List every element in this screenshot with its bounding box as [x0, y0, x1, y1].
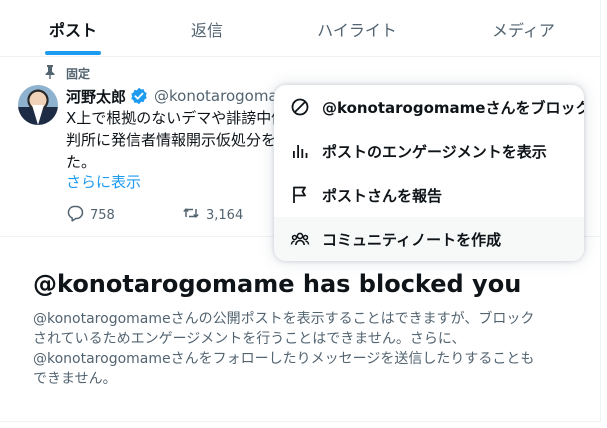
menu-item-label: @konotarogomameさんをブロック	[322, 98, 584, 117]
pinned-label: 固定	[66, 66, 91, 81]
block-icon	[290, 97, 310, 117]
tab-posts[interactable]: ポスト	[0, 0, 146, 57]
post-options-menu: @konotarogomameさんをブロック ポストのエンゲージメントを表示 ポ…	[274, 85, 584, 261]
pin-icon	[44, 64, 56, 83]
post-text-line: た。	[66, 153, 97, 171]
verified-badge-icon	[130, 87, 148, 105]
active-tab-indicator	[45, 51, 101, 55]
tab-replies[interactable]: 返信	[146, 0, 268, 57]
tab-replies-label: 返信	[190, 20, 223, 40]
blocked-description-line: @konotarogomameさんの公開ポストを表示することはできますが、ブロッ…	[33, 311, 535, 327]
menu-item-block[interactable]: @konotarogomameさんをブロック	[274, 85, 584, 129]
repost-icon	[182, 204, 200, 226]
repost-button[interactable]: 3,164	[182, 204, 243, 226]
menu-item-label: ポストさんを報告	[322, 186, 443, 205]
menu-item-engagement[interactable]: ポストのエンゲージメントを表示	[274, 129, 584, 173]
tab-highlights[interactable]: ハイライト	[268, 0, 446, 57]
tab-media[interactable]: メディア	[446, 0, 601, 57]
tab-highlights-label: ハイライト	[317, 20, 397, 40]
blocked-title: @konotarogomame has blocked you	[33, 270, 522, 298]
blocked-description-line: されているためエンゲージメントを行うことはできません。さらに、	[33, 331, 466, 347]
flag-icon	[290, 185, 310, 205]
tab-posts-label: ポスト	[48, 20, 97, 40]
blocked-description-line: @konotarogomameさんをフォローしたりメッセージを送信したりすること…	[33, 351, 535, 367]
repost-count: 3,164	[206, 207, 244, 223]
post-text-line: 判所に発信者情報開示仮処分を	[66, 131, 276, 149]
reply-button[interactable]: 758	[66, 204, 115, 226]
pinned-indicator: 固定	[44, 64, 91, 83]
menu-item-label: コミュニティノートを作成	[322, 230, 502, 249]
tab-media-label: メディア	[492, 20, 555, 40]
author-name[interactable]: 河野太郎	[66, 86, 126, 107]
menu-item-report[interactable]: ポストさんを報告	[274, 173, 584, 217]
reply-icon	[66, 204, 84, 226]
avatar[interactable]	[18, 85, 58, 125]
show-more-link[interactable]: さらに表示	[66, 171, 141, 192]
reply-count: 758	[90, 207, 115, 223]
menu-item-community-note[interactable]: コミュニティノートを作成	[274, 217, 584, 261]
blocked-description-line: できません。	[33, 371, 117, 387]
engagement-icon	[290, 141, 310, 161]
post-author: 河野太郎 @konotarogomame	[66, 86, 301, 106]
profile-tabs: ポスト 返信 ハイライト メディア	[0, 0, 601, 57]
community-notes-icon	[290, 229, 310, 249]
menu-item-label: ポストのエンゲージメントを表示	[322, 142, 547, 161]
post-text-line: X上で根拠のないデマや誹謗中傷	[66, 109, 276, 127]
